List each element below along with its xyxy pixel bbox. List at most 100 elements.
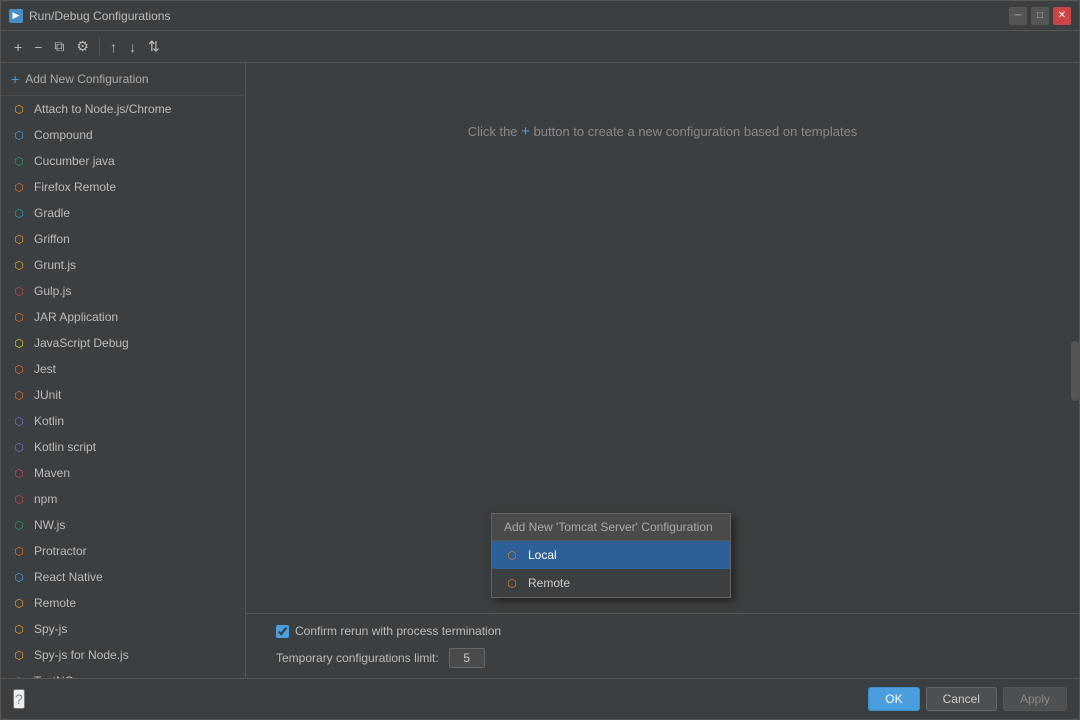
context-menu-local[interactable]: ⬡ Local bbox=[492, 541, 730, 569]
main-panel: Click the + button to create a new confi… bbox=[246, 63, 1079, 678]
react-native-icon: ⬡ bbox=[11, 569, 27, 585]
apply-button[interactable]: Apply bbox=[1003, 687, 1067, 711]
titlebar-controls: ─ □ ✕ bbox=[1009, 7, 1071, 25]
spy-js-node-icon: ⬡ bbox=[11, 647, 27, 663]
compound-icon: ⬡ bbox=[11, 127, 27, 143]
protractor-icon: ⬡ bbox=[11, 543, 27, 559]
remote-icon: ⬡ bbox=[11, 595, 27, 611]
sidebar-item-griffon[interactable]: ⬡ Griffon bbox=[1, 226, 245, 252]
ok-button[interactable]: OK bbox=[868, 687, 919, 711]
firefox-icon: ⬡ bbox=[11, 179, 27, 195]
main-hint-text: Click the + button to create a new confi… bbox=[468, 123, 858, 140]
dialog-footer: ? OK Cancel Apply bbox=[1, 678, 1079, 719]
cancel-button[interactable]: Cancel bbox=[926, 687, 997, 711]
sidebar: + Add New Configuration ⬡ Attach to Node… bbox=[1, 63, 246, 678]
sidebar-item-label: Spy-js for Node.js bbox=[34, 648, 129, 662]
sidebar-item-jest[interactable]: ⬡ Jest bbox=[1, 356, 245, 382]
sidebar-item-maven[interactable]: ⬡ Maven bbox=[1, 460, 245, 486]
testng-icon: ⬡ bbox=[11, 673, 27, 678]
context-menu-header: Add New 'Tomcat Server' Configuration bbox=[492, 514, 730, 541]
footer-buttons: OK Cancel Apply bbox=[868, 687, 1067, 711]
sidebar-item-label: NW.js bbox=[34, 518, 65, 532]
context-menu-remote[interactable]: ⬡ Remote bbox=[492, 569, 730, 597]
sidebar-item-label: Maven bbox=[34, 466, 70, 480]
kotlin-script-icon: ⬡ bbox=[11, 439, 27, 455]
gulp-icon: ⬡ bbox=[11, 283, 27, 299]
sidebar-item-label: Cucumber java bbox=[34, 154, 115, 168]
local-icon: ⬡ bbox=[504, 547, 520, 563]
sidebar-item-label: Gradle bbox=[34, 206, 70, 220]
sidebar-item-gradle[interactable]: ⬡ Gradle bbox=[1, 200, 245, 226]
sidebar-item-kotlin[interactable]: ⬡ Kotlin bbox=[1, 408, 245, 434]
jar-icon: ⬡ bbox=[11, 309, 27, 325]
sidebar-item-npm[interactable]: ⬡ npm bbox=[1, 486, 245, 512]
rerun-checkbox[interactable] bbox=[276, 625, 289, 638]
sidebar-item-label: Grunt.js bbox=[34, 258, 76, 272]
sidebar-item-label: Kotlin bbox=[34, 414, 64, 428]
sidebar-item-label: JavaScript Debug bbox=[34, 336, 129, 350]
sidebar-item-label: Kotlin script bbox=[34, 440, 96, 454]
sidebar-item-remote[interactable]: ⬡ Remote bbox=[1, 590, 245, 616]
sidebar-item-jsdebug[interactable]: ⬡ JavaScript Debug bbox=[1, 330, 245, 356]
sidebar-item-spy-js-node[interactable]: ⬡ Spy-js for Node.js bbox=[1, 642, 245, 668]
copy-config-button[interactable]: ⧉ bbox=[49, 35, 69, 58]
jest-icon: ⬡ bbox=[11, 361, 27, 377]
remote-ctx-icon: ⬡ bbox=[504, 575, 520, 591]
maximize-button[interactable]: □ bbox=[1031, 7, 1049, 25]
sidebar-item-label: Jest bbox=[34, 362, 56, 376]
config-limit-label: Temporary configurations limit: bbox=[276, 651, 439, 665]
sidebar-item-label: Compound bbox=[34, 128, 93, 142]
attach-icon: ⬡ bbox=[11, 101, 27, 117]
move-down-button[interactable]: ↓ bbox=[124, 36, 141, 58]
sidebar-item-junit[interactable]: ⬡ JUnit bbox=[1, 382, 245, 408]
sidebar-item-gulp[interactable]: ⬡ Gulp.js bbox=[1, 278, 245, 304]
cucumber-icon: ⬡ bbox=[11, 153, 27, 169]
close-button[interactable]: ✕ bbox=[1053, 7, 1071, 25]
sidebar-item-grunt[interactable]: ⬡ Grunt.js bbox=[1, 252, 245, 278]
add-icon: + bbox=[11, 71, 19, 87]
remove-config-button[interactable]: − bbox=[29, 36, 47, 58]
window-icon: ▶ bbox=[9, 9, 23, 23]
sidebar-item-compound[interactable]: ⬡ Compound bbox=[1, 122, 245, 148]
sidebar-item-firefox[interactable]: ⬡ Firefox Remote bbox=[1, 174, 245, 200]
plus-symbol: + bbox=[521, 123, 530, 140]
nwjs-icon: ⬡ bbox=[11, 517, 27, 533]
npm-icon: ⬡ bbox=[11, 491, 27, 507]
sidebar-item-react-native[interactable]: ⬡ React Native bbox=[1, 564, 245, 590]
sidebar-item-label: Protractor bbox=[34, 544, 87, 558]
add-new-label: Add New Configuration bbox=[25, 72, 148, 86]
add-config-button[interactable]: + bbox=[9, 36, 27, 58]
sidebar-item-jar[interactable]: ⬡ JAR Application bbox=[1, 304, 245, 330]
settings-button[interactable]: ⚙ bbox=[71, 35, 94, 58]
sidebar-item-protractor[interactable]: ⬡ Protractor bbox=[1, 538, 245, 564]
move-up-button[interactable]: ↑ bbox=[105, 36, 122, 58]
jsdebug-icon: ⬡ bbox=[11, 335, 27, 351]
add-new-configuration-item[interactable]: + Add New Configuration bbox=[1, 63, 245, 96]
sidebar-item-attach[interactable]: ⬡ Attach to Node.js/Chrome bbox=[1, 96, 245, 122]
run-debug-configurations-window: ▶ Run/Debug Configurations ─ □ ✕ + − ⧉ ⚙… bbox=[0, 0, 1080, 720]
help-button[interactable]: ? bbox=[13, 689, 25, 709]
sidebar-item-cucumber[interactable]: ⬡ Cucumber java bbox=[1, 148, 245, 174]
config-limit-row: Temporary configurations limit: bbox=[266, 648, 1059, 668]
sidebar-item-label: npm bbox=[34, 492, 57, 506]
griffon-icon: ⬡ bbox=[11, 231, 27, 247]
sidebar-item-kotlin-script[interactable]: ⬡ Kotlin script bbox=[1, 434, 245, 460]
toolbar-separator bbox=[99, 38, 100, 56]
rerun-label: Confirm rerun with process termination bbox=[295, 624, 501, 638]
sort-button[interactable]: ⇅ bbox=[143, 35, 165, 58]
minimize-button[interactable]: ─ bbox=[1009, 7, 1027, 25]
sidebar-item-testng[interactable]: ⬡ TestNG bbox=[1, 668, 245, 678]
sidebar-item-label: Remote bbox=[34, 596, 76, 610]
sidebar-item-nwjs[interactable]: ⬡ NW.js bbox=[1, 512, 245, 538]
sidebar-item-spy-js[interactable]: ⬡ Spy-js bbox=[1, 616, 245, 642]
content-area: + Add New Configuration ⬡ Attach to Node… bbox=[1, 63, 1079, 678]
kotlin-icon: ⬡ bbox=[11, 413, 27, 429]
sidebar-item-label: Firefox Remote bbox=[34, 180, 116, 194]
rerun-checkbox-row: Confirm rerun with process termination bbox=[266, 624, 1059, 638]
grunt-icon: ⬡ bbox=[11, 257, 27, 273]
junit-icon: ⬡ bbox=[11, 387, 27, 403]
sidebar-item-label: React Native bbox=[34, 570, 103, 584]
window-title: Run/Debug Configurations bbox=[29, 9, 170, 23]
spy-js-icon: ⬡ bbox=[11, 621, 27, 637]
config-limit-input[interactable] bbox=[449, 648, 485, 668]
